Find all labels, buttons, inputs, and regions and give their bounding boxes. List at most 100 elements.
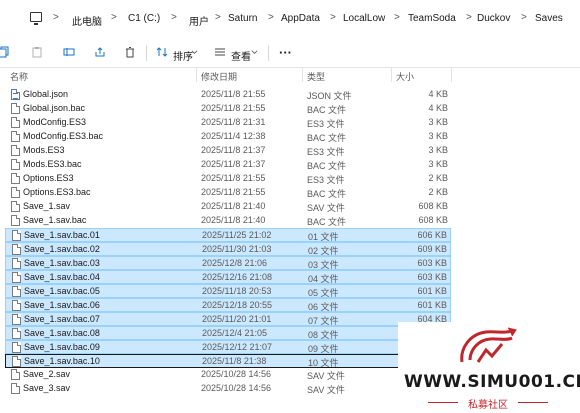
file-modified-date: 2025/11/8 21:37 <box>201 159 266 169</box>
breadcrumb-teamsoda[interactable]: TeamSoda <box>408 13 456 24</box>
file-row[interactable]: Save_3.sav 2025/10/28 14:56 SAV 文件 <box>5 382 451 396</box>
column-divider[interactable] <box>451 68 452 82</box>
sort-icon[interactable] <box>156 46 168 58</box>
watermark-subtitle: 私募社区 <box>428 396 548 411</box>
file-name: Save_3.sav <box>23 383 71 393</box>
file-name: Save_1.sav.bac.06 <box>24 300 100 310</box>
column-divider[interactable] <box>196 68 197 82</box>
file-row[interactable]: Save_1.sav.bac.09 2025/12/12 21:07 09 文件 <box>5 340 451 354</box>
column-header-type[interactable]: 类型 <box>307 70 325 83</box>
column-header-size[interactable]: 大小 <box>396 70 414 83</box>
file-row[interactable]: Global.json.bac 2025/11/8 21:55 BAC 文件 4 KB <box>5 102 451 116</box>
view-button[interactable]: 查看 <box>231 48 251 63</box>
column-divider[interactable] <box>302 68 303 82</box>
file-row[interactable]: Save_1.sav.bac.06 2025/12/18 20:55 06 文件 60… <box>5 298 451 312</box>
file-row[interactable]: Options.ES3 2025/11/8 21:55 ES3 文件 2 KB <box>5 172 451 186</box>
file-name: Global.json.bac <box>23 103 86 113</box>
chevron-right-icon[interactable]: > <box>394 12 400 23</box>
file-row[interactable]: Save_1.sav.bac.04 2025/12/16 21:08 04 文件 60… <box>5 270 451 284</box>
file-name: Save_1.sav.bac.01 <box>24 230 100 240</box>
share-icon[interactable] <box>94 46 106 58</box>
file-row[interactable]: Save_2.sav 2025/10/28 14:56 SAV 文件 <box>5 368 451 382</box>
file-name: Save_1.sav.bac <box>23 215 87 225</box>
file-modified-date: 2025/11/18 20:53 <box>202 286 272 296</box>
chevron-right-icon[interactable]: > <box>171 12 177 23</box>
file-row[interactable]: Options.ES3.bac 2025/11/8 21:55 BAC 文件 2 KB <box>5 186 451 200</box>
more-options-button[interactable]: ··· <box>279 45 292 60</box>
breadcrumb-users[interactable]: 用户 <box>189 13 209 28</box>
file-row[interactable]: Save_1.sav 2025/11/8 21:40 SAV 文件 608 KB <box>5 200 451 214</box>
column-header-modified[interactable]: 修改日期 <box>201 70 237 83</box>
file-row[interactable]: Save_1.sav.bac.10 2025/11/8 21:38 10 文件 <box>5 354 451 368</box>
file-row[interactable]: Save_1.sav.bac.03 2025/12/8 21:06 03 文件 603… <box>5 256 451 270</box>
file-row[interactable]: ModConfig.ES3.bac 2025/11/4 12:38 BAC 文件 3 … <box>5 130 451 144</box>
file-icon <box>12 314 21 325</box>
copy-icon[interactable] <box>0 46 10 58</box>
file-row[interactable]: Mods.ES3 2025/11/8 21:37 ES3 文件 3 KB <box>5 144 451 158</box>
command-bar: 排序 查看 ··· <box>0 38 580 68</box>
file-modified-date: 2025/11/8 21:38 <box>202 356 267 366</box>
file-row[interactable]: Save_1.sav.bac.01 2025/11/25 21:02 01 文件 60… <box>5 228 451 242</box>
file-modified-date: 2025/12/12 21:07 <box>202 342 273 352</box>
delete-icon[interactable] <box>124 46 136 58</box>
file-name: Save_1.sav <box>23 201 71 211</box>
file-name: Save_1.sav.bac.09 <box>24 342 100 352</box>
json-file-icon <box>11 89 20 100</box>
breadcrumb-saturn[interactable]: Saturn <box>228 13 257 24</box>
chevron-right-icon[interactable]: > <box>111 12 117 23</box>
file-row[interactable]: Mods.ES3.bac 2025/11/8 21:37 BAC 文件 3 KB <box>5 158 451 172</box>
this-pc-icon[interactable] <box>30 12 42 25</box>
file-modified-date: 2025/11/8 21:55 <box>201 187 266 197</box>
rename-icon[interactable] <box>63 46 75 58</box>
column-divider[interactable] <box>391 68 392 82</box>
file-type: ES3 文件 <box>307 175 345 185</box>
file-name: Save_1.sav.bac.03 <box>24 258 100 268</box>
file-row[interactable]: Save_1.sav.bac 2025/11/8 21:40 BAC 文件 608 K… <box>5 214 451 228</box>
file-type: SAV 文件 <box>307 371 345 381</box>
file-row[interactable]: Save_1.sav.bac.08 2025/12/4 21:05 08 文件 <box>5 326 451 340</box>
file-name: Save_1.sav.bac.07 <box>24 314 100 324</box>
paste-icon[interactable] <box>31 46 43 58</box>
file-name: Save_2.sav <box>23 369 71 379</box>
file-type: BAC 文件 <box>307 133 347 143</box>
file-name: Global.json <box>23 89 69 99</box>
file-size: 3 KB <box>428 131 448 141</box>
chevron-right-icon[interactable]: > <box>330 12 336 23</box>
chevron-right-icon[interactable]: > <box>521 12 527 23</box>
file-icon <box>12 286 21 297</box>
file-name: Save_1.sav.bac.10 <box>24 356 100 366</box>
breadcrumb-locallow[interactable]: LocalLow <box>343 13 385 24</box>
breadcrumb-this-pc[interactable]: 此电脑 <box>72 13 102 28</box>
file-row[interactable]: ModConfig.ES3 2025/11/8 21:31 ES3 文件 3 KB <box>5 116 451 130</box>
address-bar[interactable]: > 此电脑 > C1 (C:) > 用户 > Saturn > AppData … <box>0 0 580 38</box>
file-row[interactable]: Save_1.sav.bac.07 2025/11/20 21:01 07 文件 60… <box>5 312 451 326</box>
file-size: 603 KB <box>417 258 447 268</box>
file-icon <box>11 159 20 170</box>
file-row[interactable]: Global.json 2025/11/8 21:55 JSON 文件 4 KB <box>5 88 451 102</box>
file-modified-date: 2025/11/8 21:37 <box>201 145 266 155</box>
file-size: 2 KB <box>428 173 448 183</box>
chevron-right-icon[interactable]: > <box>466 12 472 23</box>
file-type: JSON 文件 <box>307 91 352 101</box>
view-icon[interactable] <box>214 46 226 58</box>
file-modified-date: 2025/11/8 21:55 <box>201 89 266 99</box>
column-header-name[interactable]: 名称 <box>10 70 28 83</box>
file-modified-date: 2025/10/28 14:56 <box>201 383 272 393</box>
file-icon <box>11 173 20 184</box>
chevron-right-icon[interactable]: > <box>53 12 59 23</box>
file-row[interactable]: Save_1.sav.bac.05 2025/11/18 20:53 05 文件 60… <box>5 284 451 298</box>
sort-button[interactable]: 排序 <box>173 48 193 63</box>
breadcrumb-appdata[interactable]: AppData <box>281 13 320 24</box>
watermark-logo-icon <box>460 327 517 363</box>
chevron-down-icon[interactable] <box>251 49 258 56</box>
breadcrumb-saves[interactable]: Saves <box>535 13 563 24</box>
breadcrumb-drive[interactable]: C1 (C:) <box>128 13 160 24</box>
chevron-right-icon[interactable]: > <box>215 12 221 23</box>
file-modified-date: 2025/11/8 21:40 <box>201 201 266 211</box>
chevron-right-icon[interactable]: > <box>268 12 274 23</box>
file-icon <box>12 342 21 353</box>
breadcrumb-duckov[interactable]: Duckov <box>477 13 510 24</box>
file-size: 601 KB <box>417 286 447 296</box>
chevron-down-icon[interactable] <box>191 49 198 56</box>
file-row[interactable]: Save_1.sav.bac.02 2025/11/30 21:03 02 文件 60… <box>5 242 451 256</box>
